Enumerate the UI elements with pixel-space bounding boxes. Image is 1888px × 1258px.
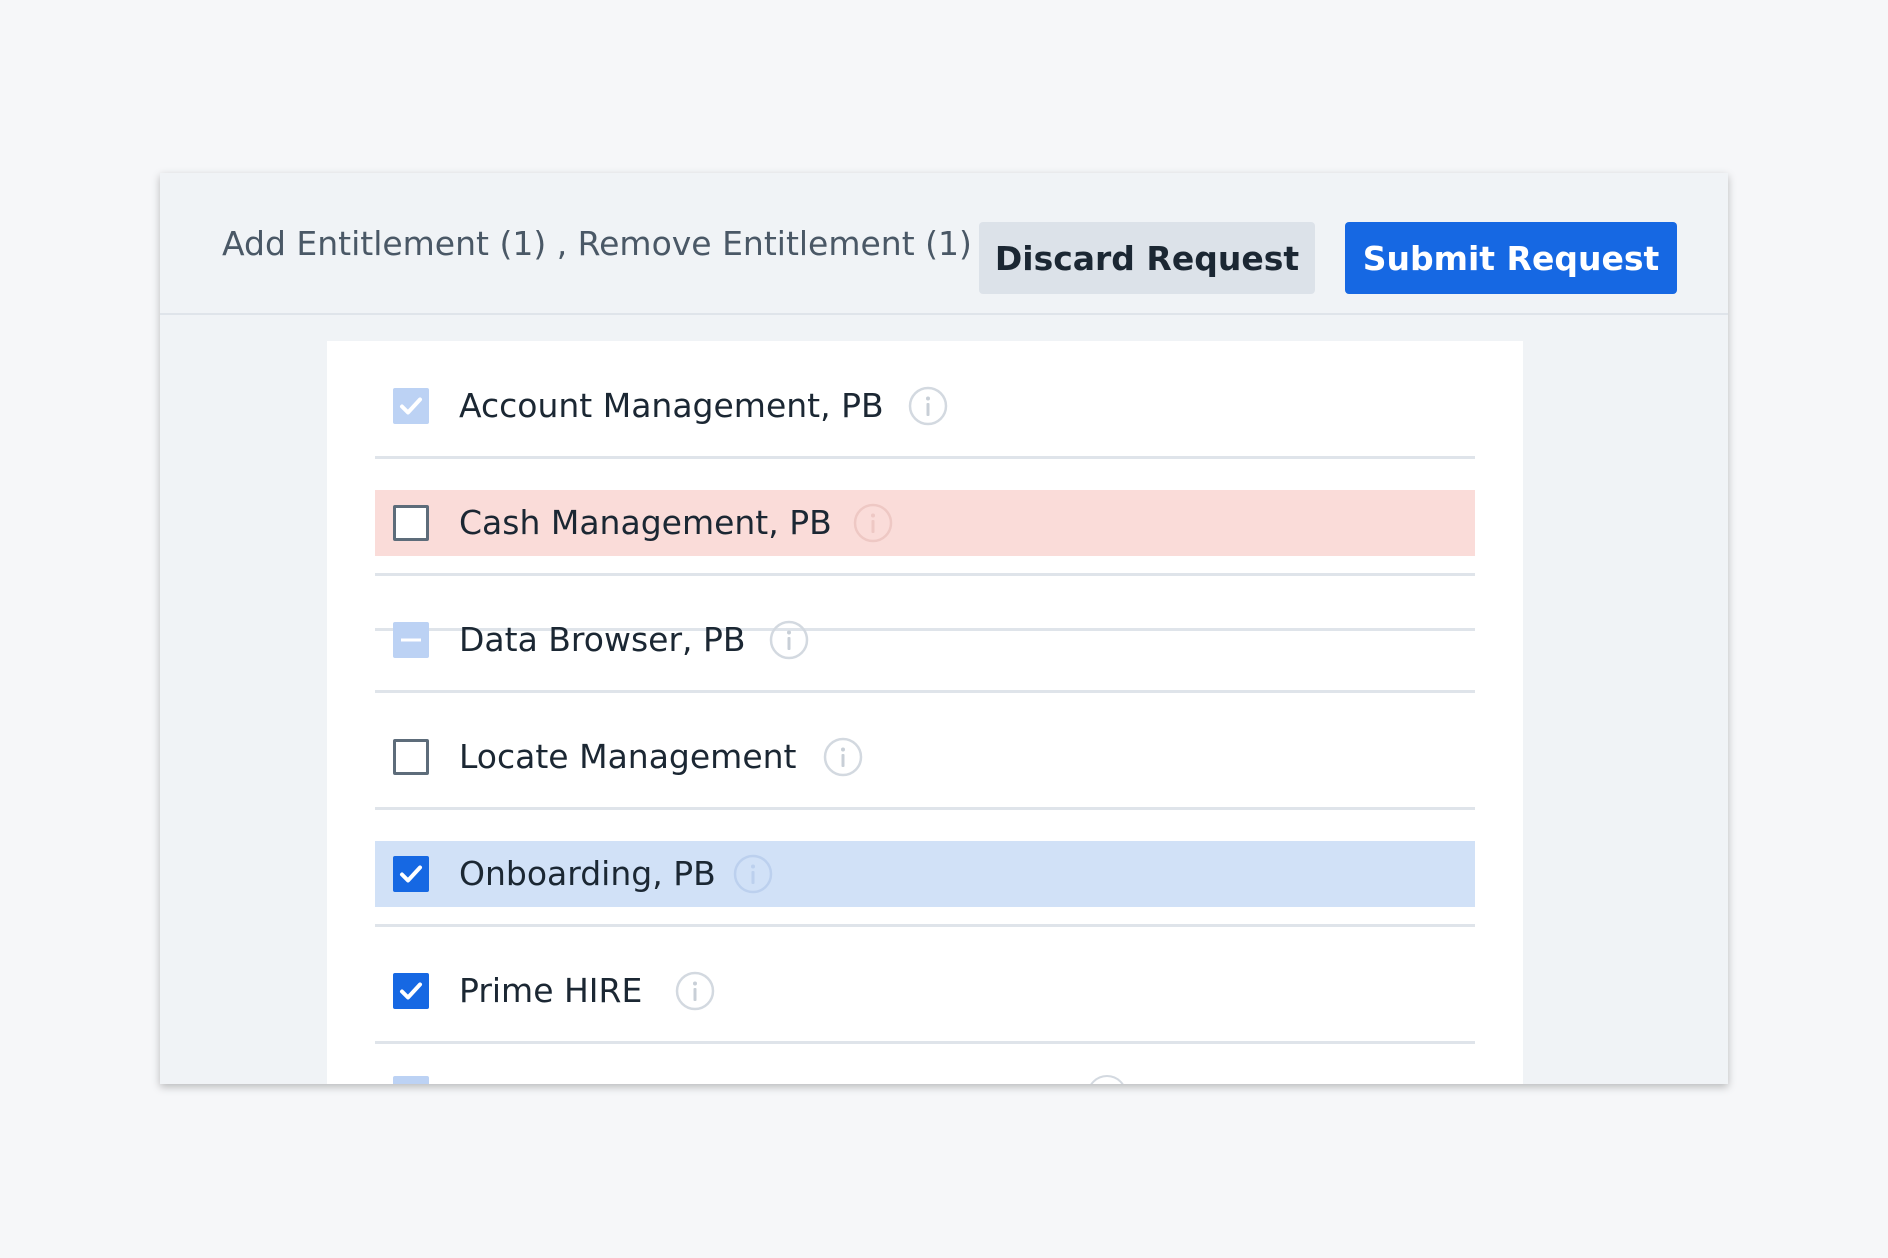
info-circle-icon[interactable]	[733, 854, 773, 894]
request-summary: Add Entitlement (1) , Remove Entitlement…	[222, 224, 972, 263]
checkmark-icon	[400, 397, 422, 415]
entitlement-row-account-management[interactable]: Account Management, PB	[375, 373, 1475, 439]
info-circle-icon[interactable]	[908, 386, 948, 426]
entitlement-checkbox[interactable]	[393, 856, 429, 892]
entitlement-row-data-browser[interactable]: Data Browser, PB	[375, 607, 1475, 673]
row-divider	[375, 924, 1475, 927]
entitlement-label: Account Management, PB	[459, 386, 884, 425]
submit-request-button[interactable]: Submit Request	[1345, 222, 1677, 294]
entitlement-row-prime-hire[interactable]: Prime HIRE	[375, 958, 1475, 1024]
minus-icon	[401, 638, 421, 642]
entitlement-checkbox-partial	[393, 1076, 429, 1084]
entitlement-row-onboarding[interactable]: Onboarding, PB	[375, 841, 1475, 907]
info-circle-icon	[1087, 1075, 1127, 1084]
entitlement-checkbox[interactable]	[393, 973, 429, 1009]
entitlement-row-locate-management[interactable]: Locate Management	[375, 724, 1475, 790]
checkmark-icon	[400, 982, 422, 1000]
info-circle-icon[interactable]	[675, 971, 715, 1011]
request-panel: Add Entitlement (1) , Remove Entitlement…	[160, 173, 1728, 1084]
entitlement-label: Prime HIRE	[459, 971, 643, 1010]
row-divider	[375, 1041, 1475, 1044]
entitlement-label: Data Browser, PB	[459, 620, 746, 659]
entitlement-checkbox[interactable]	[393, 505, 429, 541]
request-header: Add Entitlement (1) , Remove Entitlement…	[160, 173, 1728, 315]
entitlement-checkbox[interactable]	[393, 622, 429, 658]
checkmark-icon	[400, 865, 422, 883]
info-circle-icon[interactable]	[769, 620, 809, 660]
info-circle-icon[interactable]	[853, 503, 893, 543]
row-divider	[375, 690, 1475, 693]
row-divider	[375, 807, 1475, 810]
row-divider	[375, 456, 1475, 459]
entitlement-checkbox[interactable]	[393, 739, 429, 775]
row-divider	[375, 573, 1475, 576]
entitlement-label: Cash Management, PB	[459, 503, 832, 542]
entitlement-label: Locate Management	[459, 737, 797, 776]
entitlement-label: Onboarding, PB	[459, 854, 716, 893]
entitlement-row-cash-management[interactable]: Cash Management, PB	[375, 490, 1475, 556]
entitlement-list: Account Management, PB Cash Management, …	[327, 341, 1523, 1084]
discard-request-button[interactable]: Discard Request	[979, 222, 1315, 294]
entitlement-checkbox[interactable]	[393, 388, 429, 424]
info-circle-icon[interactable]	[823, 737, 863, 777]
